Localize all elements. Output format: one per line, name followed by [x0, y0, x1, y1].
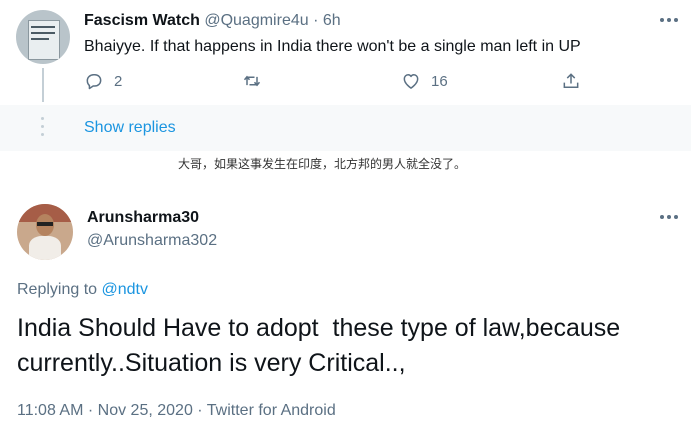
tweet-text-line-1: India Should Have to adopt these type of…: [17, 314, 621, 342]
tweet-time[interactable]: 11:08 AM: [17, 402, 83, 419]
share-action[interactable]: [561, 71, 581, 91]
retweet-action[interactable]: [242, 71, 262, 91]
display-name[interactable]: Fascism Watch: [84, 12, 200, 29]
meta-separator: ·: [87, 402, 94, 419]
translation-caption: 大哥，如果这事发生在印度，北方邦的男人就全没了。: [178, 157, 467, 171]
tweet-text-line-2: currently..Situation is very Critical..,: [17, 349, 406, 377]
thread-dots: [41, 117, 44, 136]
tweet-time[interactable]: 6h: [323, 12, 341, 29]
more-icon[interactable]: [660, 215, 678, 219]
like-action[interactable]: 16: [401, 71, 448, 91]
meta-separator: ·: [197, 402, 203, 419]
replying-label: Replying to: [17, 281, 98, 298]
tweet-text: Bhaiyye. If that happens in India there …: [84, 38, 581, 55]
time-separator: ·: [313, 12, 319, 29]
like-count: 16: [431, 72, 448, 90]
replying-to-link[interactable]: @ndtv: [102, 281, 148, 298]
avatar-arunsharma[interactable]: [17, 204, 73, 260]
display-name[interactable]: Arunsharma30: [87, 209, 199, 227]
avatar-fascism-watch[interactable]: [16, 10, 70, 64]
like-icon: [403, 74, 419, 89]
retweet-icon: [243, 75, 261, 87]
more-icon[interactable]: [660, 18, 678, 22]
tweet-date[interactable]: Nov 25, 2020: [98, 402, 193, 419]
handle[interactable]: @Quagmire4u: [204, 12, 308, 29]
reply-icon: [86, 74, 102, 90]
show-replies-link[interactable]: Show replies: [84, 119, 176, 137]
handle[interactable]: @Arunsharma302: [87, 232, 217, 250]
reply-count: 2: [114, 72, 123, 90]
reply-action[interactable]: 2: [84, 71, 122, 91]
share-icon: [563, 73, 579, 88]
tweet-source[interactable]: Twitter for Android: [207, 402, 336, 419]
